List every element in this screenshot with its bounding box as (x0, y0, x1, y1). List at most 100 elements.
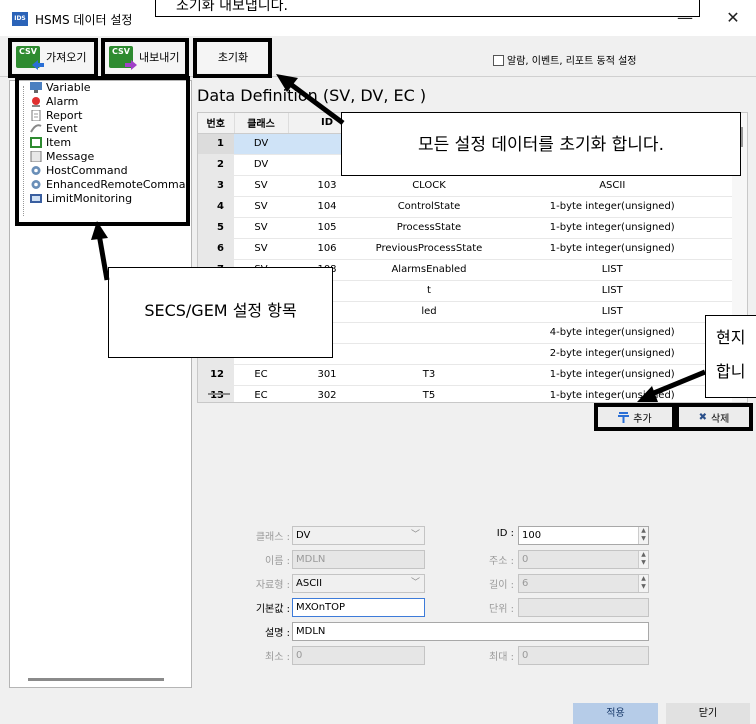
class-value: DV (296, 530, 311, 541)
reset-label: 초기화 (217, 51, 249, 64)
dynamic-settings-checkbox[interactable]: 알람, 이벤트, 리포트 동적 설정 (493, 52, 636, 67)
table-row[interactable]: 3 SV 103 CLOCK ASCII (198, 175, 733, 197)
reset-callout: 모든 설정 데이터를 초기화 합니다. (341, 112, 741, 176)
hsms-settings-window: IDS HSMS 데이터 설정 — ✕ CSV 가져오기 CSV 내보내기 초기… (0, 0, 756, 724)
delete-label: 삭제 (710, 413, 730, 425)
spinner-arrows-icon[interactable]: ▲ ▼ (638, 527, 648, 544)
table-cell-name: led (366, 301, 492, 323)
table-cell-name: t (366, 280, 492, 302)
tree-item-event[interactable]: Event (30, 122, 78, 135)
table-cell-name: ProcessState (366, 217, 492, 239)
import-label: 가져오기 (46, 51, 87, 64)
table-row[interactable]: 6 SV 106 PreviousProcessState 1-byte integer… (198, 238, 733, 260)
delete-button[interactable]: ✖ 삭제 (678, 406, 750, 428)
bell-icon (32, 97, 40, 107)
type-select[interactable]: ASCII ﹀ (292, 574, 425, 593)
table-cell-cls: SV (234, 196, 288, 218)
class-select[interactable]: DV ﹀ (292, 526, 425, 545)
monitor-icon (30, 82, 42, 93)
max-input[interactable]: 0 (518, 646, 649, 665)
unit-label: 단위 : (489, 604, 514, 615)
app-icon: IDS (12, 12, 28, 26)
reset-button[interactable]: 초기화 (196, 41, 270, 73)
column-header[interactable]: 번호 (198, 113, 235, 134)
table-cell-cls: DV (234, 154, 288, 176)
export-label: 내보내기 (139, 51, 180, 64)
length-value: 6 (522, 578, 529, 589)
tree-label: LimitMonitoring (46, 192, 133, 205)
callout-line: 합니 (716, 362, 746, 381)
table-row[interactable]: 4 SV 104 ControlState 1-byte integer(unsigne… (198, 196, 733, 218)
table-row[interactable]: 12 EC 301 T3 1-byte integer(unsigned) (198, 364, 733, 386)
table-cell-type: 1-byte integer(unsigned) (492, 238, 733, 260)
close-button[interactable]: ✕ (710, 0, 756, 36)
chevron-down-icon: ﹀ (410, 530, 420, 540)
window-title: HSMS 데이터 설정 (35, 13, 133, 27)
export-button[interactable]: CSV 내보내기 (103, 41, 189, 73)
table-cell-id: 106 (288, 238, 366, 260)
tree-label: HostCommand (46, 164, 128, 177)
tree-connector (23, 86, 24, 216)
table-cell-num: 3 (198, 175, 234, 197)
tree-item-message[interactable]: Message (30, 150, 94, 163)
column-header[interactable]: 클래스 (234, 113, 289, 134)
settings-tree: Variable Alarm Report Event Item Message… (9, 80, 192, 688)
table-cell-type: 1-byte integer(unsigned) (492, 217, 733, 239)
x-icon: ✖ (698, 411, 707, 423)
table-cell-type: LIST (492, 301, 733, 323)
type-value: ASCII (296, 578, 323, 589)
min-input[interactable]: 0 (292, 646, 425, 665)
unit-input[interactable] (518, 598, 649, 617)
table-cell-cls: SV (234, 238, 288, 260)
table-cell-type: 1-byte integer(unsigned) (492, 385, 733, 402)
table-cell-name: CLOCK (366, 175, 492, 197)
table-row[interactable]: 13 EC 302 T5 1-byte integer(unsigned) (198, 385, 733, 402)
tree-callout: SECS/GEM 설정 항목 (108, 267, 333, 358)
tree-item-limitmonitoring[interactable]: LimitMonitoring (30, 192, 132, 205)
tree-item-hostcommand[interactable]: HostCommand (30, 164, 128, 177)
tree-label: Event (46, 122, 78, 135)
table-cell-num: 4 (198, 196, 234, 218)
address-spinner[interactable]: 0 ▲ ▼ (518, 550, 649, 569)
table-cell-id: 105 (288, 217, 366, 239)
apply-button[interactable]: 적용 (573, 703, 658, 724)
table-cell-id: 301 (288, 364, 366, 386)
length-spinner[interactable]: 6 ▲ ▼ (518, 574, 649, 593)
csv-import-icon: CSV (16, 46, 44, 70)
limit-icon (30, 194, 42, 203)
table-cell-id: 103 (288, 175, 366, 197)
table-cell-name: T5 (366, 385, 492, 402)
toolbar: CSV 가져오기 CSV 내보내기 초기화 알람, 이벤트, 리포트 동적 설정 (0, 37, 756, 77)
tree-item-variable[interactable]: Variable (30, 81, 91, 94)
table-cell-name: PreviousProcessState (366, 238, 492, 260)
tree-item-enhancedremotecommand[interactable]: EnhancedRemoteComma (30, 178, 185, 191)
default-value-input[interactable]: MXOnTOP (292, 598, 425, 617)
tree-item-item[interactable]: Item (30, 136, 71, 149)
tree-item-alarm[interactable]: Alarm (30, 95, 78, 108)
id-spinner[interactable]: 100 ▲ ▼ (518, 526, 649, 545)
description-label: 설명 : (265, 628, 290, 639)
table-cell-num: 6 (198, 238, 234, 260)
gear-icon (31, 166, 41, 175)
tree-label: Message (46, 150, 95, 163)
description-input[interactable]: MDLN (292, 622, 649, 641)
tree-horizontal-scrollbar[interactable] (28, 678, 164, 681)
tree-item-report[interactable]: Report (30, 109, 82, 122)
spinner-arrows-icon[interactable]: ▲ ▼ (638, 551, 648, 568)
table-cell-type: ASCII (492, 175, 733, 197)
spinner-arrows-icon[interactable]: ▲ ▼ (638, 575, 648, 592)
grid-horizontal-scrollbar[interactable] (208, 393, 230, 395)
close-dialog-button[interactable]: 닫기 (666, 703, 750, 724)
class-label: 클래스 : (255, 532, 290, 543)
add-label: 추가 (633, 413, 652, 425)
tree-label: Report (46, 109, 83, 122)
item-icon (30, 137, 42, 148)
table-cell-type: 1-byte integer(unsigned) (492, 364, 733, 386)
table-cell-num: 5 (198, 217, 234, 239)
table-row[interactable]: 5 SV 105 ProcessState 1-byte integer(unsigne… (198, 217, 733, 239)
name-input[interactable]: MDLN (292, 550, 425, 569)
import-button[interactable]: CSV 가져오기 (10, 41, 98, 73)
table-cell-cls: SV (234, 175, 288, 197)
add-button[interactable]: 추가 (597, 406, 673, 428)
table-cell-name (366, 343, 492, 365)
